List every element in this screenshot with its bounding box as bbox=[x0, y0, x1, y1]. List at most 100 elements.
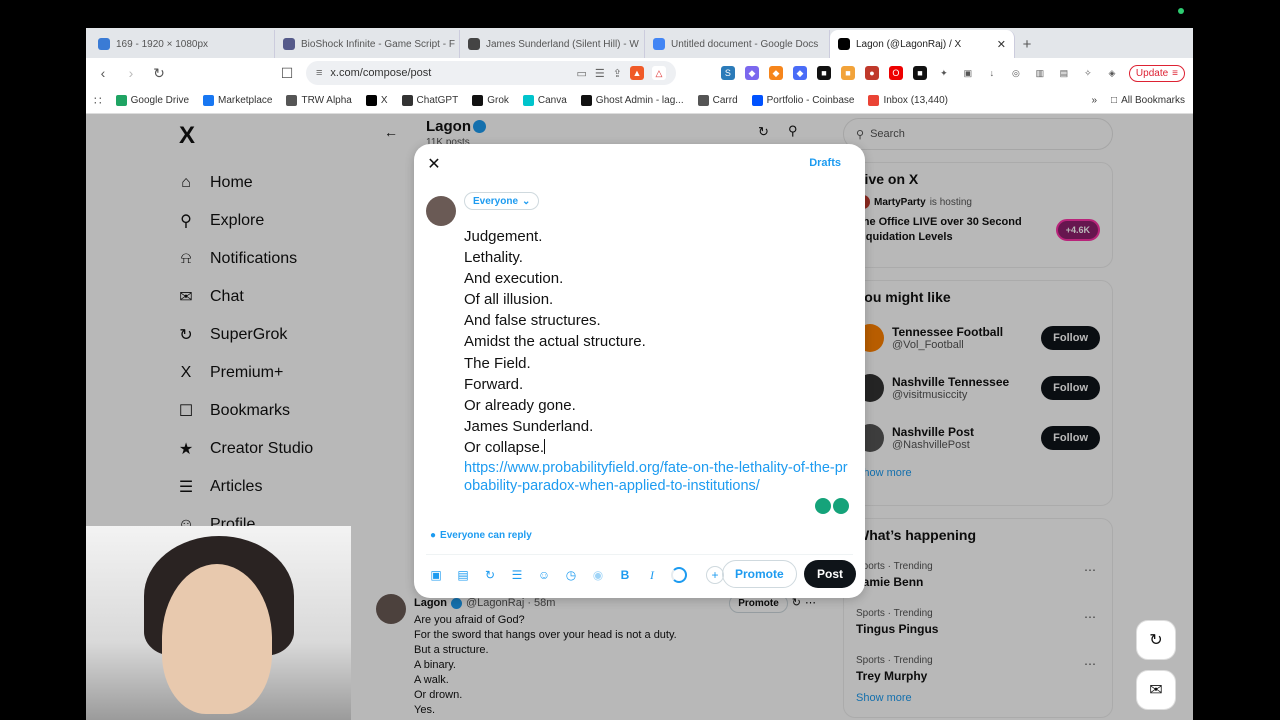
update-button[interactable]: Update ≡ bbox=[1128, 64, 1185, 82]
location-icon[interactable]: ◉ bbox=[590, 567, 606, 583]
audience-label: Everyone bbox=[473, 195, 519, 207]
bookmark-icon bbox=[697, 95, 709, 106]
emoji-icon[interactable]: ☺ bbox=[536, 567, 552, 583]
post-button[interactable]: Post bbox=[804, 560, 857, 588]
bookmark-item[interactable]: Google Drive bbox=[115, 95, 189, 106]
bookmark-icon bbox=[115, 95, 127, 106]
close-tab-icon[interactable]: ✕ bbox=[997, 38, 1006, 51]
poll-icon[interactable]: ☰ bbox=[509, 567, 525, 583]
compose-line: Or collapse. bbox=[464, 437, 849, 458]
messages-float-button[interactable]: ✉ bbox=[1136, 670, 1176, 710]
bookmark-item[interactable]: Canva bbox=[522, 95, 567, 106]
tab-title: 169 - 1920 × 1080px bbox=[116, 38, 209, 50]
bookmark-icon[interactable]: ☐ bbox=[278, 64, 296, 82]
bookmark-item[interactable]: ChatGPT bbox=[401, 95, 458, 106]
extension-icon[interactable]: ◆ bbox=[792, 66, 807, 80]
extension-icon[interactable]: ◆ bbox=[744, 66, 759, 80]
bookmark-item[interactable]: Ghost Admin - lag... bbox=[580, 95, 684, 106]
compose-line-text: And execution. bbox=[464, 270, 564, 288]
bookmark-item[interactable]: Inbox (13,440) bbox=[868, 95, 948, 106]
bookmark-label: Canva bbox=[537, 95, 567, 106]
leo-icon[interactable]: ✧ bbox=[1080, 66, 1095, 80]
browser-tab[interactable]: Lagon (@LagonRaj) / X ✕ bbox=[830, 30, 1015, 58]
wallet-icon[interactable]: ▤ bbox=[1056, 66, 1071, 80]
share-icon[interactable]: ⇪ bbox=[613, 67, 622, 80]
browser-tab[interactable]: James Sunderland (Silent Hill) - W bbox=[460, 30, 645, 58]
favicon-icon bbox=[468, 38, 480, 50]
bookmark-item[interactable]: Grok bbox=[472, 95, 509, 106]
new-tab-icon[interactable]: + bbox=[1015, 30, 1039, 58]
sidebar-icon[interactable]: ▥ bbox=[1032, 66, 1047, 80]
grammarly-icon[interactable] bbox=[815, 498, 849, 514]
compose-line: James Sunderland. bbox=[464, 416, 849, 437]
bookmark-icon bbox=[522, 95, 534, 106]
bookmark-item[interactable]: TRW Alpha bbox=[286, 95, 352, 106]
install-icon[interactable]: ▭ bbox=[577, 67, 587, 80]
browser-tab[interactable]: BioShock Infinite - Game Script - F bbox=[275, 30, 460, 58]
grok-icon[interactable]: ↻ bbox=[482, 567, 498, 583]
compose-line: Amidst the actual structure. bbox=[464, 331, 849, 352]
bookmark-item[interactable]: X bbox=[365, 95, 388, 106]
bookmark-label: Marketplace bbox=[218, 95, 273, 106]
italic-icon[interactable]: I bbox=[644, 567, 660, 583]
bookmark-icon bbox=[751, 95, 763, 106]
browser-tab[interactable]: 169 - 1920 × 1080px bbox=[90, 30, 275, 58]
metamask-icon[interactable]: ◆ bbox=[768, 66, 783, 80]
puzzle-icon[interactable]: ✦ bbox=[936, 66, 951, 80]
extension-icon[interactable]: ▣ bbox=[960, 66, 975, 80]
bookmarks-bar: ∷ Google Drive Marketplace TRW Alpha X ChatG… bbox=[86, 88, 1193, 114]
extension-icon[interactable]: ● bbox=[864, 66, 879, 80]
divider bbox=[426, 554, 853, 555]
favicon-icon bbox=[838, 38, 850, 50]
extension-icon[interactable]: O bbox=[888, 66, 903, 80]
grok-float-button[interactable]: ↻ bbox=[1136, 620, 1176, 660]
schedule-icon[interactable]: ◷ bbox=[563, 567, 579, 583]
tab-title: Lagon (@LagonRaj) / X bbox=[856, 38, 962, 50]
bold-icon[interactable]: B bbox=[617, 567, 633, 583]
bookmark-item[interactable]: Carrd bbox=[697, 95, 738, 106]
bookmark-icon bbox=[580, 95, 592, 106]
bookmark-label: Carrd bbox=[712, 95, 738, 106]
favicon-icon bbox=[653, 38, 665, 50]
audience-selector[interactable]: Everyone ⌄ bbox=[464, 192, 540, 210]
download-icon[interactable]: ↓ bbox=[984, 66, 999, 80]
promote-button[interactable]: Promote bbox=[722, 560, 797, 588]
forward-icon[interactable]: › bbox=[122, 64, 140, 82]
bookmark-label: TRW Alpha bbox=[301, 95, 352, 106]
close-icon[interactable]: ✕ bbox=[426, 156, 442, 173]
extension-icon[interactable]: ■ bbox=[912, 66, 927, 80]
tab-title: BioShock Infinite - Game Script - F bbox=[301, 38, 455, 50]
compose-line-text: Lethality. bbox=[464, 249, 523, 267]
brave-rewards-icon[interactable]: △ bbox=[652, 66, 666, 80]
reader-icon[interactable]: ☰ bbox=[595, 67, 605, 80]
apps-icon[interactable]: ∷ bbox=[94, 94, 102, 108]
extension-icon[interactable]: ■ bbox=[840, 66, 855, 80]
site-settings-icon[interactable]: ≡ bbox=[316, 67, 322, 79]
compose-line: Forward. bbox=[464, 374, 849, 395]
vpn-icon[interactable]: ◈ bbox=[1104, 66, 1119, 80]
compose-textarea[interactable]: Judgement. Lethality. And execution. Of all… bbox=[464, 226, 849, 495]
extension-icon[interactable]: S bbox=[720, 66, 735, 80]
reload-icon[interactable]: ↻ bbox=[150, 64, 168, 82]
brave-shield-icon[interactable]: ▲ bbox=[630, 66, 644, 80]
bookmark-item[interactable]: Marketplace bbox=[203, 95, 272, 106]
extension-icon[interactable]: ■ bbox=[816, 66, 831, 80]
gif-icon[interactable]: ▤ bbox=[455, 567, 471, 583]
browser-tab[interactable]: Untitled document - Google Docs bbox=[645, 30, 830, 58]
compose-toolbar: ▣ ▤ ↻ ☰ ☺ ◷ ◉ B I + bbox=[428, 566, 724, 584]
url-box[interactable]: ≡ x.com/compose/post ▭ ☰ ⇪ ▲ △ bbox=[306, 61, 676, 85]
compose-line: And execution. bbox=[464, 268, 849, 289]
menu-icon: ≡ bbox=[1172, 67, 1178, 79]
bookmark-icon bbox=[472, 95, 484, 106]
compose-link[interactable]: https://www.probabilityfield.org/fate-on… bbox=[464, 459, 849, 495]
drafts-button[interactable]: Drafts bbox=[809, 157, 841, 169]
compose-line: The Field. bbox=[464, 353, 849, 374]
all-bookmarks[interactable]: □ All Bookmarks bbox=[1111, 95, 1185, 106]
image-icon[interactable]: ▣ bbox=[428, 567, 444, 583]
reply-settings[interactable]: ● Everyone can reply bbox=[430, 530, 532, 541]
back-icon[interactable]: ‹ bbox=[94, 64, 112, 82]
bookmarks-overflow-icon[interactable]: » bbox=[1091, 95, 1097, 106]
bookmark-icon bbox=[868, 95, 880, 106]
bookmark-item[interactable]: Portfolio - Coinbase bbox=[751, 95, 854, 106]
extension-icon[interactable]: ◎ bbox=[1008, 66, 1023, 80]
